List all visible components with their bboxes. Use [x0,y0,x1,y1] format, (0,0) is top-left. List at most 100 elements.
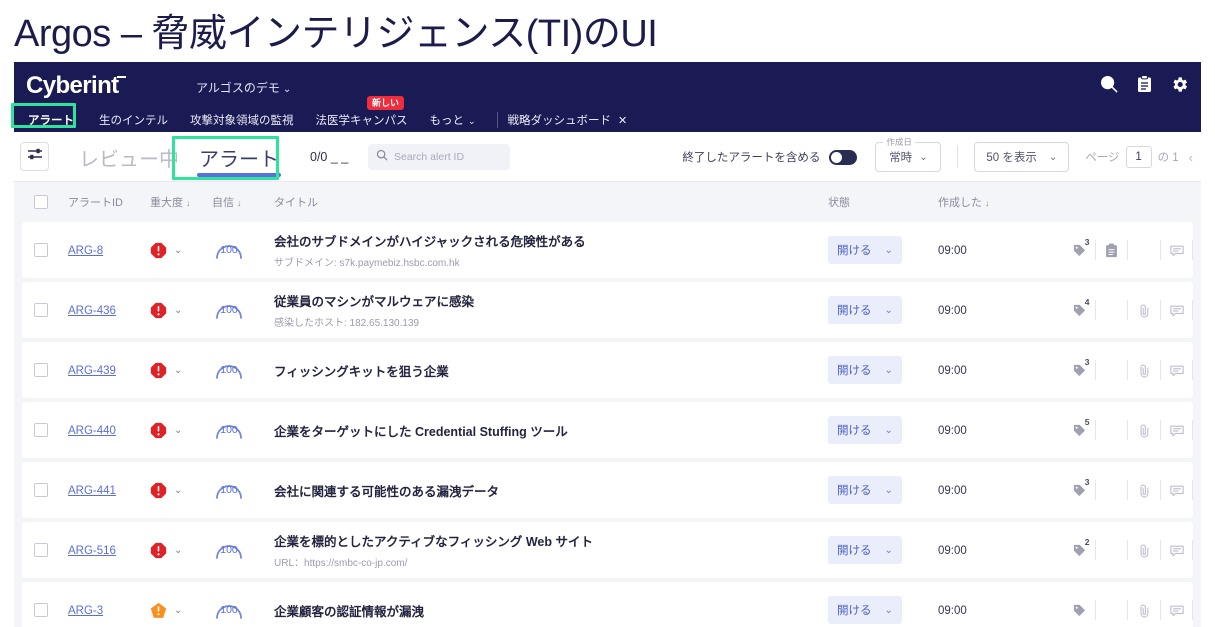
severity-critical-icon[interactable] [150,542,167,559]
nav-item-raw-intel[interactable]: 生のインテル [88,106,179,134]
tags-button[interactable]: 3 [1063,235,1096,265]
gear-icon[interactable] [1170,75,1189,94]
row-checkbox[interactable] [34,603,48,617]
table-row[interactable]: ARG-8 ⌄ 100 会社のサブドメインがハイジャックされる危険性がある サブ… [22,222,1193,278]
alert-id-link[interactable]: ARG-3 [68,605,103,617]
status-badge[interactable]: 開ける ⌄ [828,536,902,564]
alert-id-link[interactable]: ARG-436 [68,305,116,317]
severity-critical-icon[interactable] [150,422,167,439]
view-tab-in-review[interactable]: レビュー中 [69,132,189,182]
table-row[interactable]: ARG-516 ⌄ 100 企業を標的としたアクティブなフィッシング Web サ… [22,522,1193,578]
filter-button[interactable] [20,142,49,171]
severity-critical-icon[interactable] [150,302,167,319]
notes-button[interactable] [1096,595,1129,625]
status-badge[interactable]: 開ける ⌄ [828,236,902,264]
status-badge[interactable]: 開ける ⌄ [828,416,902,444]
attachment-button[interactable] [1128,235,1161,265]
chevron-down-icon[interactable]: ⌄ [174,245,182,256]
tags-button[interactable]: 3 [1063,355,1096,385]
comment-button[interactable] [1161,535,1194,565]
tags-button[interactable]: 4 [1063,295,1096,325]
search-input[interactable] [394,151,504,163]
alert-id-link[interactable]: ARG-8 [68,245,103,257]
chevron-down-icon[interactable]: ⌄ [174,305,182,316]
comment-button[interactable] [1161,595,1194,625]
notes-button[interactable] [1096,535,1129,565]
severity-critical-icon[interactable] [150,482,167,499]
select-all-checkbox[interactable] [34,195,48,209]
notes-button[interactable] [1096,355,1129,385]
alert-title[interactable]: 従業員のマシンがマルウェアに感染 [274,291,818,310]
row-checkbox[interactable] [34,243,48,257]
tags-button[interactable]: 3 [1063,475,1096,505]
nav-item-strategic-dashboard[interactable]: 戦略ダッシュボード ✕ [508,106,639,134]
comment-button[interactable] [1161,355,1194,385]
comment-button[interactable] [1161,235,1194,265]
alert-title[interactable]: 企業を標的としたアクティブなフィッシング Web サイト [274,531,818,550]
search-icon[interactable] [1099,74,1119,94]
row-checkbox[interactable] [34,483,48,497]
page-size-select[interactable]: 50 を表示 ⌄ [974,142,1070,172]
alert-title[interactable]: 会社に関連する可能性のある漏洩データ [274,481,818,500]
column-header-title[interactable]: タイトル [274,194,828,210]
alert-title[interactable]: 企業顧客の認証情報が漏洩 [274,601,818,620]
attachment-button[interactable] [1128,415,1161,445]
alert-title[interactable]: 企業をターゲットにした Credential Stuffing ツール [274,421,818,440]
close-icon[interactable]: ✕ [618,115,627,127]
chevron-down-icon[interactable]: ⌄ [174,605,182,616]
status-badge[interactable]: 開ける ⌄ [828,476,902,504]
tags-button[interactable]: 5 [1063,415,1096,445]
include-closed-toggle[interactable] [829,149,858,165]
attachment-button[interactable] [1128,295,1161,325]
column-header-status[interactable]: 状態 [828,194,938,210]
table-row[interactable]: ARG-436 ⌄ 100 従業員のマシンがマルウェアに感染 感染したホスト: … [22,282,1193,338]
severity-high-icon[interactable] [150,602,167,619]
status-badge[interactable]: 開ける ⌄ [828,356,902,384]
column-header-created[interactable]: 作成した ↓ [938,194,1063,210]
nav-item-more[interactable]: もっと ⌄ [419,106,487,134]
table-row[interactable]: ARG-440 ⌄ 100 企業をターゲットにした Credential Stu… [22,402,1193,458]
account-switcher[interactable]: アルゴスのデモ ⌄ [196,79,291,96]
search-alert-id-box[interactable] [368,144,510,170]
view-tab-alerts[interactable]: アラート [189,132,289,182]
table-row[interactable]: ARG-441 ⌄ 100 会社に関連する可能性のある漏洩データ 開ける ⌄ 0… [22,462,1193,518]
row-checkbox[interactable] [34,543,48,557]
column-header-severity[interactable]: 重大度 ↓ [150,194,212,210]
chevron-down-icon[interactable]: ⌄ [174,485,182,496]
notes-button[interactable] [1096,475,1129,505]
severity-critical-icon[interactable] [150,242,167,259]
table-row[interactable]: ARG-3 ⌄ 100 企業顧客の認証情報が漏洩 開ける ⌄ 09:00 [22,582,1193,627]
notes-button[interactable] [1096,295,1129,325]
attachment-button[interactable] [1128,355,1161,385]
column-header-alert-id[interactable]: アラートID [68,194,150,210]
comment-button[interactable] [1161,295,1194,325]
nav-item-attack-surface[interactable]: 攻撃対象領域の監視 [179,106,305,134]
status-badge[interactable]: 開ける ⌄ [828,296,902,324]
page-number-input[interactable]: 1 [1125,146,1152,168]
alert-id-link[interactable]: ARG-516 [68,545,116,557]
comment-button[interactable] [1161,415,1194,445]
alert-id-link[interactable]: ARG-441 [68,485,116,497]
created-date-select[interactable]: 作成日 常時 ⌄ [875,136,942,172]
notes-button[interactable] [1096,235,1129,265]
clipboard-icon[interactable] [1137,75,1152,93]
column-header-confidence[interactable]: 自信 ↓ [212,194,274,210]
notes-button[interactable] [1096,415,1129,445]
attachment-button[interactable] [1128,475,1161,505]
chevron-down-icon[interactable]: ⌄ [174,365,182,376]
row-checkbox[interactable] [34,303,48,317]
tags-button[interactable] [1063,595,1096,625]
status-badge[interactable]: 開ける ⌄ [828,596,902,624]
row-checkbox[interactable] [34,363,48,377]
nav-item-forensic-canvas[interactable]: 法医学キャンパス [305,106,419,134]
prev-page-button[interactable]: ‹ [1189,150,1193,165]
chevron-down-icon[interactable]: ⌄ [174,545,182,556]
severity-critical-icon[interactable] [150,362,167,379]
tags-button[interactable]: 2 [1063,535,1096,565]
attachment-button[interactable] [1128,535,1161,565]
chevron-down-icon[interactable]: ⌄ [174,425,182,436]
comment-button[interactable] [1161,475,1194,505]
row-checkbox[interactable] [34,423,48,437]
attachment-button[interactable] [1128,595,1161,625]
alert-id-link[interactable]: ARG-440 [68,425,116,437]
